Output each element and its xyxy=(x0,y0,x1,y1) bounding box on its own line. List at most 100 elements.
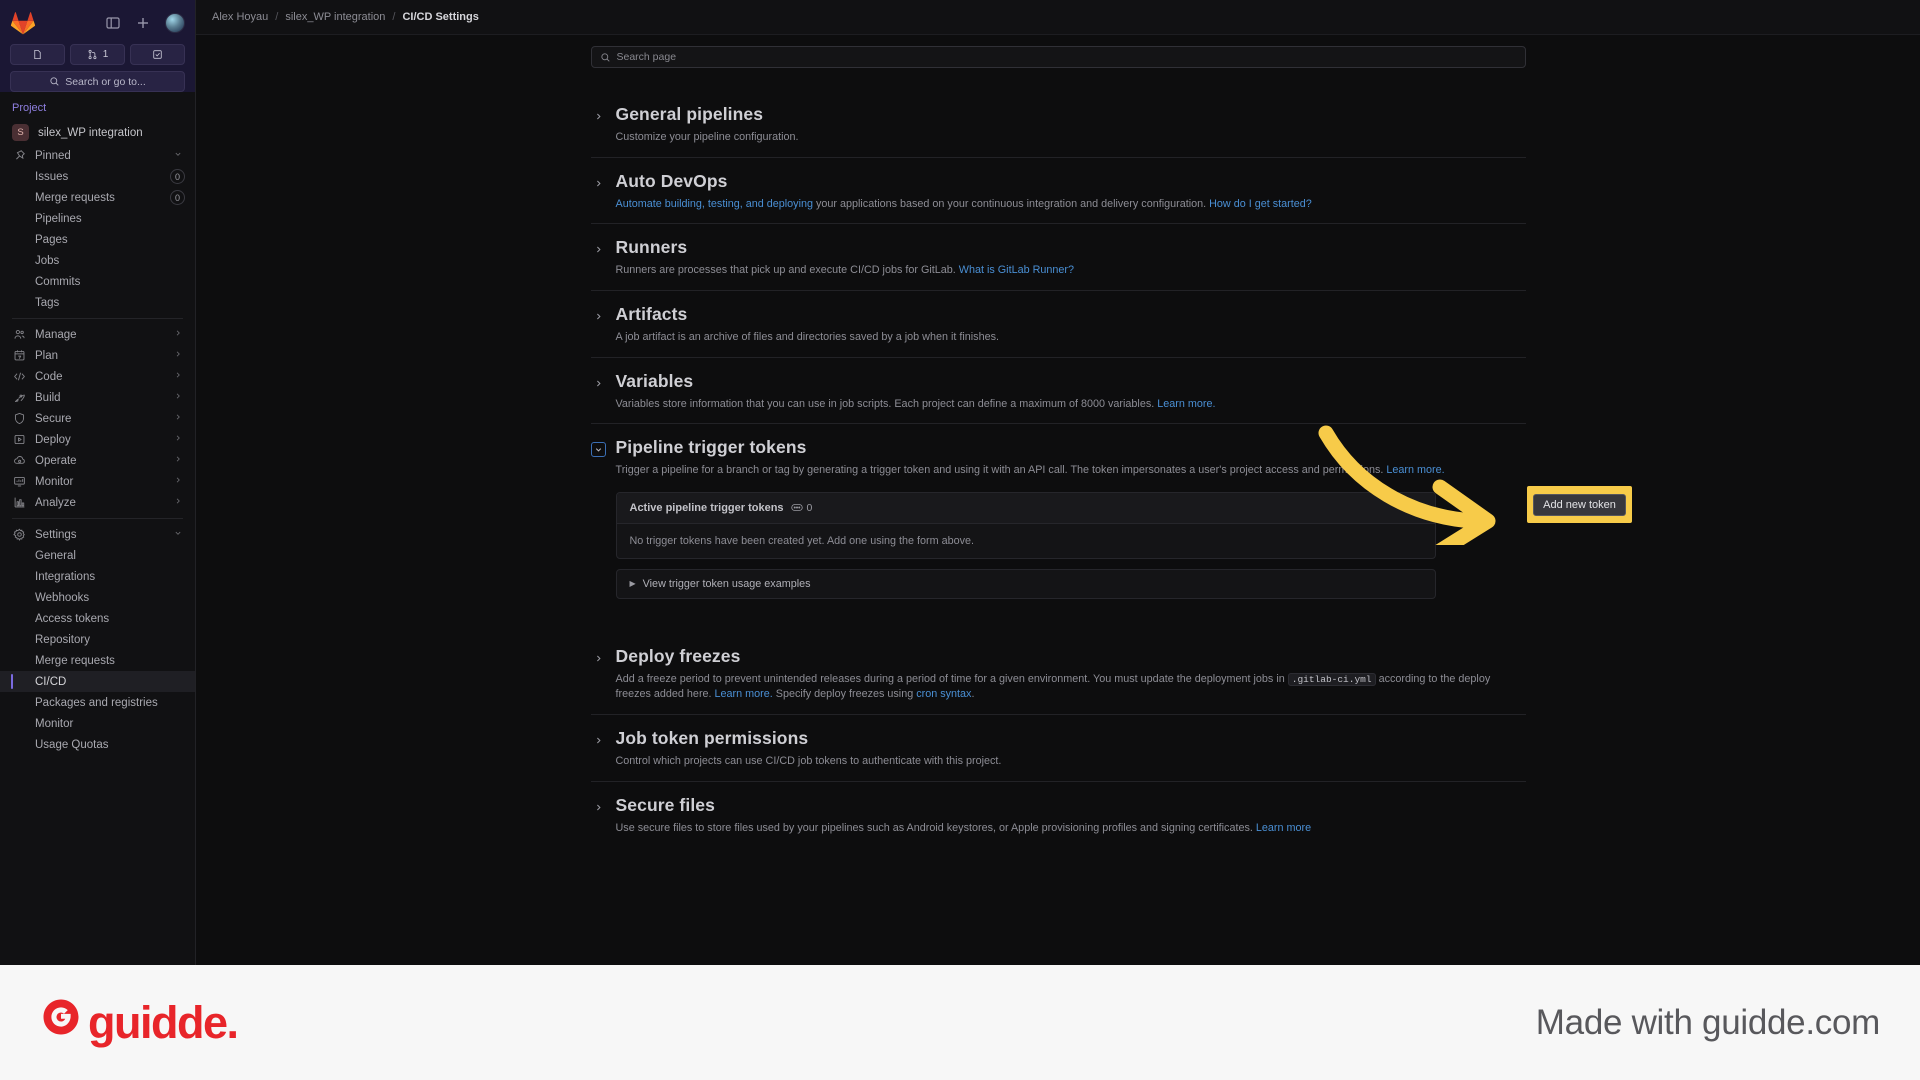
description-link[interactable]: Learn more. xyxy=(1386,464,1444,476)
todos-shortcut-button[interactable] xyxy=(130,44,185,65)
section-title: Runners xyxy=(615,237,688,258)
sidebar-item-label: Monitor xyxy=(35,717,74,730)
sidebar-item-webhooks[interactable]: Webhooks xyxy=(0,587,195,608)
sidebar-divider-2 xyxy=(12,518,183,519)
issues-shortcut-button[interactable] xyxy=(10,44,65,65)
sidebar-item-label: Jobs xyxy=(35,254,60,267)
sidebar-item-packages-and-registries[interactable]: Packages and registries xyxy=(0,692,195,713)
sidebar-item-access-tokens[interactable]: Access tokens xyxy=(0,608,195,629)
sidebar-item-analyze[interactable]: Analyze xyxy=(0,492,195,513)
sidebar-item-monitor[interactable]: Monitor xyxy=(0,471,195,492)
merge-requests-count: 1 xyxy=(102,49,109,60)
breadcrumb-current-page: CI/CD Settings xyxy=(402,11,479,23)
sidebar-item-build[interactable]: Build xyxy=(0,387,195,408)
chevron-right-icon xyxy=(173,391,183,404)
chevron-right-icon[interactable] xyxy=(591,176,606,191)
monitor-icon xyxy=(12,475,26,489)
chevron-right-icon xyxy=(173,433,183,446)
sidebar-item-integrations[interactable]: Integrations xyxy=(0,566,195,587)
new-plus-icon[interactable] xyxy=(135,15,151,31)
sidebar-item-usage-quotas[interactable]: Usage Quotas xyxy=(0,734,195,755)
sidebar-item-commits[interactable]: Commits xyxy=(0,271,195,292)
chevron-right-icon[interactable] xyxy=(591,376,606,391)
chevron-right-icon[interactable] xyxy=(591,309,606,324)
search-page-input[interactable]: Search page xyxy=(590,46,1526,68)
section-header[interactable]: Artifacts xyxy=(591,304,1526,325)
section-header[interactable]: Secure files xyxy=(591,795,1526,816)
add-new-token-highlight: Add new token xyxy=(1527,486,1632,523)
chevron-right-icon[interactable] xyxy=(591,242,606,257)
chevron-right-icon[interactable] xyxy=(591,800,606,815)
sidebar-item-pipelines[interactable]: Pipelines xyxy=(0,208,195,229)
section-header[interactable]: Deploy freezes xyxy=(591,646,1526,667)
breadcrumb-user[interactable]: Alex Hoyau xyxy=(212,11,268,23)
sidebar-project-item[interactable]: S silex_WP integration xyxy=(0,120,195,145)
chevron-right-icon[interactable] xyxy=(591,651,606,666)
project-name-label: silex_WP integration xyxy=(38,126,143,139)
token-chip-icon xyxy=(790,504,803,512)
description-link[interactable]: Learn more. xyxy=(1157,398,1215,410)
main-area: Alex Hoyau / silex_WP integration / CI/C… xyxy=(196,0,1920,965)
user-avatar[interactable] xyxy=(165,13,185,33)
sidebar-item-code[interactable]: Code xyxy=(0,366,195,387)
breadcrumb-project[interactable]: silex_WP integration xyxy=(285,11,385,23)
search-icon xyxy=(600,52,610,62)
add-new-token-button[interactable]: Add new token xyxy=(1533,493,1626,516)
panel-toggle-icon[interactable] xyxy=(105,15,121,31)
guidde-logo: guidde. xyxy=(40,996,239,1049)
sidebar-item-plan[interactable]: Plan xyxy=(0,345,195,366)
sidebar-search-input[interactable]: Search or go to... xyxy=(10,71,185,92)
sidebar-item-monitor[interactable]: Monitor xyxy=(0,713,195,734)
sidebar-item-deploy[interactable]: Deploy xyxy=(0,429,195,450)
chevron-right-icon xyxy=(173,475,183,488)
description-link[interactable]: How do I get started? xyxy=(1209,198,1312,210)
view-usage-examples-toggle[interactable]: ▶ View trigger token usage examples xyxy=(615,568,1436,599)
shield-icon xyxy=(12,412,26,426)
sidebar-item-operate[interactable]: Operate xyxy=(0,450,195,471)
guidde-footer: guidde. Made with guidde.com xyxy=(0,965,1920,1080)
description-link[interactable]: Learn more xyxy=(1256,822,1311,834)
description-link[interactable]: cron syntax xyxy=(916,688,971,700)
gitlab-logo-icon[interactable] xyxy=(10,10,36,36)
sidebar-item-general[interactable]: General xyxy=(0,545,195,566)
section-header[interactable]: Runners xyxy=(591,237,1526,258)
sidebar-header: 1 Search or go to... xyxy=(0,0,195,92)
sidebar-divider xyxy=(12,318,183,319)
sidebar-item-label: Settings xyxy=(35,528,77,541)
sidebar-item-pages[interactable]: Pages xyxy=(0,229,195,250)
sidebar-item-pinned[interactable]: Pinned xyxy=(0,145,195,166)
sidebar-item-jobs[interactable]: Jobs xyxy=(0,250,195,271)
sidebar-item-ci-cd[interactable]: CI/CD xyxy=(0,671,195,692)
guidde-wordmark: guidde xyxy=(88,997,228,1048)
section-header[interactable]: Pipeline trigger tokens xyxy=(590,437,1526,458)
settings-sections: General pipelines Customize your pipeline… xyxy=(590,91,1526,424)
section-header[interactable]: Variables xyxy=(591,371,1526,392)
sidebar-item-merge-requests[interactable]: Merge requests xyxy=(0,650,195,671)
chevron-right-icon[interactable] xyxy=(591,109,606,124)
section-variables: Variables Variables store information tha… xyxy=(590,356,1526,424)
breadcrumb-separator-2: / xyxy=(392,11,396,23)
chevron-right-icon xyxy=(173,412,183,425)
description-link[interactable]: Automate building, testing, and deployin… xyxy=(616,198,813,210)
chevron-right-icon xyxy=(173,370,183,383)
sidebar-item-settings[interactable]: Settings xyxy=(0,524,195,545)
sidebar-item-issues[interactable]: Issues 0 xyxy=(0,166,195,187)
section-header[interactable]: Job token permissions xyxy=(591,728,1526,749)
sidebar-item-label: Analyze xyxy=(35,496,76,509)
section-header[interactable]: General pipelines xyxy=(591,104,1526,125)
chevron-down-icon[interactable] xyxy=(590,442,606,458)
sidebar-item-secure[interactable]: Secure xyxy=(0,408,195,429)
chevron-right-icon[interactable] xyxy=(591,733,606,748)
merge-requests-shortcut-button[interactable]: 1 xyxy=(70,44,125,65)
sidebar-item-merge-requests[interactable]: Merge requests 0 xyxy=(0,187,195,208)
section-header[interactable]: Auto DevOps xyxy=(591,171,1526,192)
application-window: 1 Search or go to... Project S silex_WP … xyxy=(0,0,1920,965)
sidebar-item-tags[interactable]: Tags xyxy=(0,292,195,313)
description-link[interactable]: What is GitLab Runner? xyxy=(959,264,1074,276)
breadcrumb: Alex Hoyau / silex_WP integration / CI/C… xyxy=(196,0,1920,35)
section-deploy-freezes: Deploy freezes Add a freeze period to pre… xyxy=(591,633,1526,714)
sidebar-item-repository[interactable]: Repository xyxy=(0,629,195,650)
description-link[interactable]: Learn more. xyxy=(715,688,773,700)
active-tokens-count: 0 xyxy=(790,502,812,514)
sidebar-item-manage[interactable]: Manage xyxy=(0,324,195,345)
